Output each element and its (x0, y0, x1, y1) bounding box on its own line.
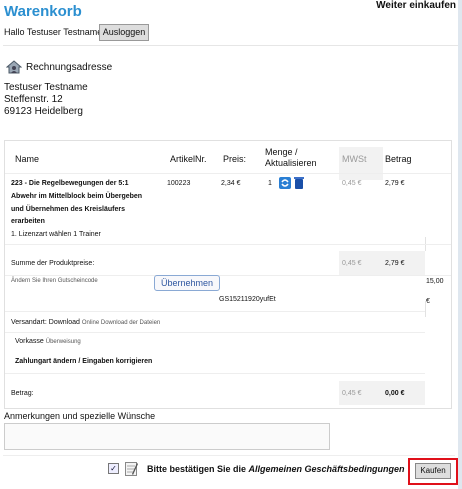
payment-info: Vorkasse Überweisung (15, 338, 81, 345)
col-header-name: Name (15, 154, 40, 164)
total-label: Betrag: (11, 390, 34, 397)
total-vat: 0,45 € (342, 390, 362, 397)
continue-shopping-link[interactable]: Weiter einkaufen (376, 0, 456, 11)
item-article-no: 100223 (167, 180, 191, 187)
item-price: 2,34 € (221, 180, 241, 187)
subtotal-vat: 0,45 € (342, 260, 362, 267)
item-title-line2: Abwehr im Mittelblock beim Übergeben (11, 193, 143, 200)
voucher-currency: € (426, 298, 430, 305)
item-amount: 2,79 € (385, 180, 405, 187)
shipping-value: Download (48, 319, 80, 326)
voucher-code: GS15211920yufEt (219, 296, 276, 303)
scrollbar[interactable] (458, 0, 462, 489)
col-header-article: ArtikelNr. (170, 154, 207, 164)
item-title-line3: und Übernehmen des Kreisläufers (11, 206, 125, 213)
col-header-qty: Menge / Aktualisieren (265, 147, 317, 168)
terms-text: Bitte bestätigen Sie die Allgemeinen Ges… (147, 464, 405, 474)
divider (5, 332, 425, 333)
billing-name: Testuser Testname (4, 82, 88, 93)
item-title-line1: 223 - Die Regelbewegungen der 5:1 (11, 180, 129, 187)
shipping-label: Versandart: (11, 319, 47, 326)
notes-textarea[interactable] (4, 423, 330, 450)
payment-label: Vorkasse (15, 338, 44, 345)
divider (3, 45, 458, 46)
buy-button[interactable]: Kaufen (415, 463, 451, 479)
shipping-note: Online Download der Dateien (81, 320, 161, 326)
voucher-label: Ändern Sie Ihren Gutscheincode (11, 278, 98, 284)
item-qty[interactable]: 1 (268, 180, 272, 187)
billing-heading: Rechnungsadresse (26, 62, 113, 73)
terms-link[interactable]: Allgemeinen Geschäftsbedingungen (249, 464, 405, 474)
terms-checkbox[interactable]: ✓ (108, 463, 119, 474)
apply-voucher-button[interactable]: Übernehmen (154, 275, 220, 291)
divider (3, 455, 455, 456)
notes-label: Anmerkungen und spezielle Wünsche (4, 411, 156, 421)
change-payment-link[interactable]: Zahlungart ändern / Eingaben korrigieren (15, 358, 152, 365)
item-vat: 0,45 € (342, 180, 362, 187)
divider (5, 173, 451, 174)
notepad-icon (125, 462, 138, 476)
refresh-icon[interactable] (279, 177, 291, 189)
logout-button[interactable]: Ausloggen (99, 24, 149, 41)
cart-table: Name ArtikelNr. Preis: Menge / Aktualisi… (4, 140, 452, 409)
item-title-line4: erarbeiten (11, 218, 45, 225)
col-header-amount: Betrag (385, 154, 412, 164)
item-option: 1. Lizenzart wählen 1 Trainer (11, 231, 101, 238)
divider (5, 275, 451, 276)
shipping-info: Versandart: Download Online Download der… (11, 319, 160, 326)
greeting-text: Hallo Testuser Testname (4, 27, 103, 37)
col-header-price: Preis: (223, 154, 247, 164)
address-icon (6, 60, 22, 74)
col-header-vat: MWSt (342, 154, 367, 164)
subtotal-amount: 2,79 € (385, 260, 405, 267)
payment-note: Überweisung (45, 339, 81, 345)
billing-city: 69123 Heidelberg (4, 106, 83, 117)
subtotal-label: Summe der Produktpreise: (11, 260, 95, 267)
trash-icon[interactable] (294, 177, 304, 189)
total-amount: 0,00 € (385, 390, 405, 397)
page-title: Warenkorb (4, 3, 82, 20)
divider (5, 373, 425, 374)
divider (5, 311, 425, 312)
divider (5, 244, 451, 245)
terms-prefix: Bitte bestätigen Sie die (147, 464, 249, 474)
voucher-value: 15,00 (426, 278, 444, 285)
billing-street: Steffenstr. 12 (4, 94, 63, 105)
